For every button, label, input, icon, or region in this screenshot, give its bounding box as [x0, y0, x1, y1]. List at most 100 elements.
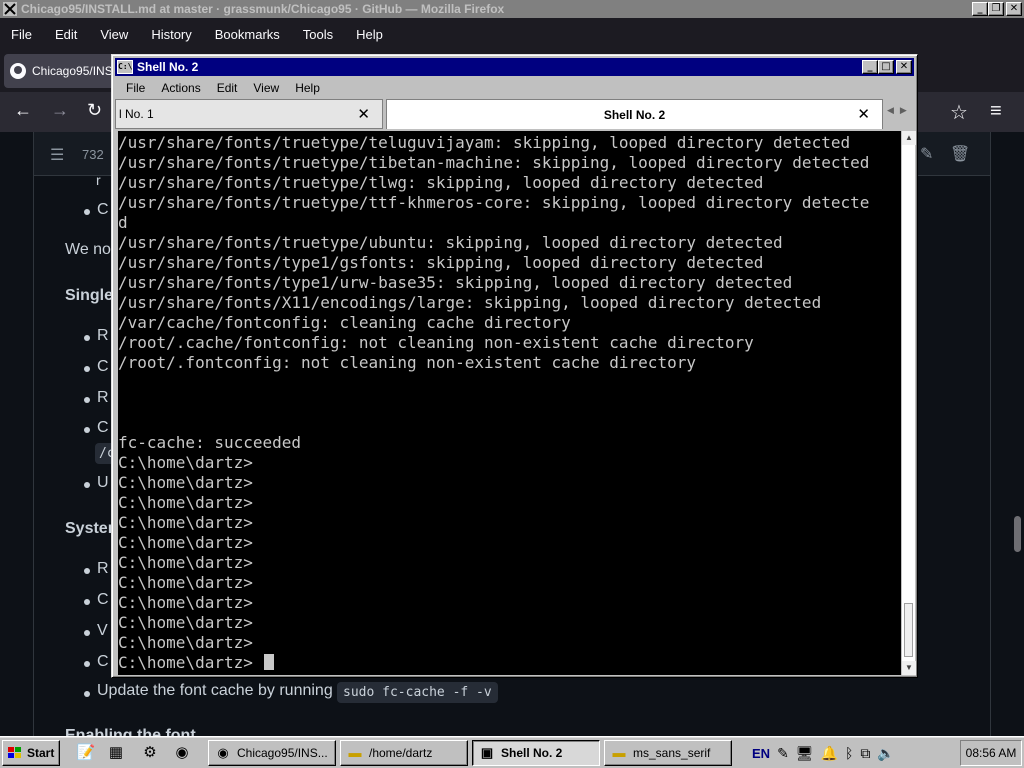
terminal-line: /root/.fontconfig: not cleaning non-exis… — [118, 353, 696, 372]
menu-help[interactable]: Help — [345, 27, 395, 42]
terminal-line: C:\home\dartz> — [118, 473, 253, 492]
terminal-line: C:\home\dartz> — [118, 493, 253, 512]
terminal-line: /usr/share/fonts/type1/urw-base35: skipp… — [118, 273, 793, 292]
page-fragment: r — [96, 172, 101, 188]
screensaver-icon[interactable]: ▦ — [106, 743, 126, 763]
browser-tab[interactable]: Chicago95/INS — [4, 54, 119, 88]
folder-icon: ▬ — [612, 745, 626, 760]
section-heading-fragment: Single — [65, 287, 114, 304]
folder-icon: ▬ — [348, 745, 362, 760]
firefox-menubar: File Edit View History Bookmarks Tools H… — [0, 18, 1024, 50]
terminal-line: fc-cache: succeeded — [118, 433, 302, 452]
close-button[interactable]: ✕ — [1006, 2, 1022, 16]
pencil-icon[interactable]: ✎ — [920, 144, 933, 164]
terminal-line: C:\home\dartz> — [118, 573, 253, 592]
page-fragment: U — [97, 474, 109, 491]
terminal-scrollbar[interactable]: ▲ ▼ — [901, 131, 916, 675]
scroll-down-icon[interactable]: ▼ — [902, 661, 916, 675]
terminal-line: /usr/share/fonts/truetype/ttf-khmeros-co… — [118, 193, 870, 212]
menu-edit[interactable]: Edit — [209, 81, 246, 95]
task-button-shell[interactable]: ▣ Shell No. 2 — [472, 740, 600, 766]
trash-icon[interactable]: 🗑 — [950, 144, 970, 164]
terminal-icon: C:\ — [117, 60, 133, 74]
menu-actions[interactable]: Actions — [153, 81, 208, 95]
terminal-line: /usr/share/fonts/truetype/tibetan-machin… — [118, 153, 870, 172]
settings-icon[interactable]: ⚙ — [140, 743, 160, 763]
task-button-ms-sans-serif[interactable]: ▬ ms_sans_serif — [604, 740, 732, 766]
list-bullet — [84, 427, 90, 433]
shell-menubar: File Actions Edit View Help — [115, 77, 914, 99]
display-icon[interactable]: 🖥 — [796, 745, 814, 762]
restore-button[interactable]: ❐ — [988, 2, 1004, 16]
tab-shell-2[interactable]: Shell No. 2 ✕ — [386, 99, 883, 129]
minimize-button[interactable]: _ — [862, 60, 878, 74]
page-scrollbar-thumb[interactable] — [1014, 516, 1021, 552]
maximize-button[interactable]: □ — [878, 60, 894, 74]
firefox-window-icon — [3, 2, 17, 16]
arrow-right-icon[interactable]: → — [51, 100, 69, 121]
tab-label: l No. 1 — [119, 107, 154, 121]
close-tab-icon[interactable]: ✕ — [857, 105, 870, 123]
tab-shell-1[interactable]: l No. 1 ✕ — [115, 99, 383, 129]
volume-icon[interactable]: 🔈 — [877, 745, 894, 762]
list-bullet — [84, 209, 90, 215]
menu-bookmarks[interactable]: Bookmarks — [204, 27, 292, 42]
list-bullet — [84, 335, 90, 341]
section-heading-fragment: Enabling the font — [65, 728, 196, 736]
clock[interactable]: 08:56 AM — [960, 740, 1022, 766]
terminal-lines: /usr/share/fonts/truetype/teluguvijayam:… — [118, 133, 869, 673]
reload-icon[interactable]: ↻ — [87, 100, 102, 121]
menu-file[interactable]: File — [0, 27, 44, 42]
menu-file[interactable]: File — [115, 81, 153, 95]
hamburger-icon[interactable]: ≡ — [990, 100, 1002, 123]
terminal-line: /usr/share/fonts/X11/encodings/large: sk… — [118, 293, 822, 312]
task-button-firefox[interactable]: ◉ Chicago95/INS... — [208, 740, 336, 766]
keyboard-layout[interactable]: EN — [752, 746, 770, 761]
terminal-line: C:\home\dartz> — [118, 533, 253, 552]
terminal-line: C:\home\dartz> — [118, 653, 869, 673]
firefox-window-title: Chicago95/INSTALL.md at master · grassmu… — [21, 2, 505, 16]
menu-help[interactable]: Help — [287, 81, 328, 95]
page-fragment: C — [97, 653, 109, 670]
terminal-output[interactable]: /usr/share/fonts/truetype/teluguvijayam:… — [118, 131, 901, 675]
close-button[interactable]: ✕ — [896, 60, 912, 74]
terminal-line: /usr/share/fonts/truetype/ubuntu: skippi… — [118, 233, 783, 252]
tool-icon[interactable]: ✎ — [777, 745, 789, 762]
tab-label: Shell No. 2 — [603, 107, 666, 122]
github-icon — [10, 63, 26, 79]
firefox-icon[interactable]: ◉ — [172, 743, 192, 763]
terminal-line: /usr/share/fonts/truetype/teluguvijayam:… — [118, 133, 851, 152]
terminal-line: /root/.cache/fontconfig: not cleaning no… — [118, 333, 754, 352]
shell-titlebar[interactable]: C:\ Shell No. 2 _ □ ✕ — [115, 58, 914, 76]
taskbar: Start 📝 ▦ ⚙ ◉ ◉ Chicago95/INS... ▬ /home… — [0, 736, 1024, 768]
page-fragment: R — [97, 560, 109, 577]
menu-history[interactable]: History — [140, 27, 203, 42]
scrollbar-thumb[interactable] — [904, 603, 913, 657]
task-button-home-folder[interactable]: ▬ /home/dartz — [340, 740, 468, 766]
close-tab-icon[interactable]: ✕ — [357, 105, 370, 123]
shell-window-title: Shell No. 2 — [137, 60, 199, 74]
notification-bell-icon[interactable]: 🔔 — [821, 745, 838, 762]
menu-tools[interactable]: Tools — [292, 27, 345, 42]
start-button[interactable]: Start — [2, 740, 60, 766]
firefox-titlebar[interactable]: Chicago95/INSTALL.md at master · grassmu… — [0, 0, 1024, 18]
notepad-icon[interactable]: 📝 — [76, 743, 96, 763]
terminal-line: d — [118, 213, 128, 232]
menu-view[interactable]: View — [245, 81, 287, 95]
outline-list-icon[interactable]: ☰ — [50, 145, 64, 165]
bluetooth-icon[interactable]: ᛒ — [845, 745, 853, 761]
terminal-line: /var/cache/fontconfig: cleaning cache di… — [118, 313, 571, 332]
task-label: Chicago95/INS... — [237, 746, 328, 760]
network-icon[interactable]: ⧉ — [860, 745, 870, 762]
menu-edit[interactable]: Edit — [44, 27, 89, 42]
list-bullet — [84, 599, 90, 605]
menu-view[interactable]: View — [89, 27, 140, 42]
star-icon[interactable]: ☆ — [950, 100, 968, 125]
terminal-line: /usr/share/fonts/truetype/tlwg: skipping… — [118, 173, 764, 192]
arrow-left-icon[interactable]: ← — [14, 100, 32, 121]
tab-scroll-arrows[interactable]: ◀▶ — [887, 105, 913, 116]
minimize-button[interactable]: _ — [972, 2, 988, 16]
scroll-up-icon[interactable]: ▲ — [902, 131, 916, 145]
list-bullet — [84, 482, 90, 488]
